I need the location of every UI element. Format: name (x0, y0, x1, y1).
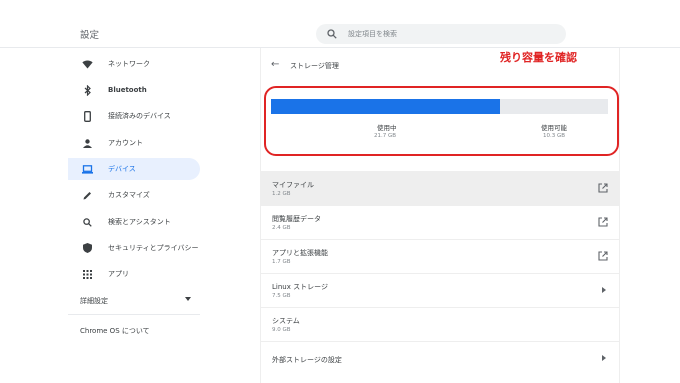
sidebar-item-label: ネットワーク (108, 60, 150, 68)
sidebar-advanced[interactable]: 詳細設定 (80, 296, 108, 306)
sidebar-item-account[interactable]: アカウント (68, 132, 200, 154)
right-gutter (620, 48, 680, 383)
sidebar-item-label: 接続済みのデバイス (108, 112, 171, 120)
apps-grid-icon (80, 269, 94, 279)
wifi-icon (80, 60, 94, 69)
row-title: アプリと拡張機能 (272, 249, 328, 257)
row-title: 閲覧履歴データ (272, 215, 321, 223)
sidebar-item-label: アプリ (108, 270, 129, 278)
page-title: ストレージ管理 (290, 62, 339, 70)
sidebar-item-network[interactable]: ネットワーク (68, 53, 200, 75)
row-linux-storage[interactable]: Linux ストレージ 7.5 GB (261, 273, 619, 307)
row-browsing-data[interactable]: 閲覧履歴データ 2.4 GB (261, 205, 619, 239)
chevron-right-icon[interactable] (602, 287, 606, 293)
row-size: 7.5 GB (272, 293, 291, 299)
row-apps-extensions[interactable]: アプリと拡張機能 1.7 GB (261, 239, 619, 273)
bluetooth-icon (80, 84, 94, 96)
sidebar-divider (68, 314, 200, 315)
settings-search[interactable]: 設定項目を検索 (316, 24, 566, 44)
sidebar-item-label: 検索とアシスタント (108, 218, 171, 226)
external-link-icon[interactable] (598, 183, 608, 193)
laptop-icon (80, 164, 94, 174)
external-link-icon[interactable] (598, 217, 608, 227)
phone-icon (80, 110, 94, 122)
sidebar-item-bluetooth[interactable]: Bluetooth (68, 79, 200, 101)
search-icon (327, 29, 337, 39)
row-title: マイファイル (272, 181, 314, 189)
row-title: 外部ストレージの設定 (272, 356, 342, 364)
sidebar-item-customize[interactable]: カスタマイズ (68, 184, 200, 206)
row-my-files[interactable]: マイファイル 1.2 GB (261, 171, 619, 205)
row-size: 9.0 GB (272, 327, 291, 333)
external-link-icon[interactable] (598, 251, 608, 261)
row-size: 1.7 GB (272, 259, 291, 265)
search-icon (80, 217, 94, 227)
person-icon (80, 138, 94, 148)
chevron-right-icon[interactable] (602, 355, 606, 361)
sidebar-item-apps[interactable]: アプリ (68, 263, 200, 285)
shield-icon (80, 243, 94, 253)
sidebar-item-label: Bluetooth (108, 86, 147, 94)
sidebar-item-label: デバイス (108, 165, 136, 173)
row-external-storage[interactable]: 外部ストレージの設定 (261, 341, 619, 375)
sidebar-item-device[interactable]: デバイス (68, 158, 200, 180)
row-size: 2.4 GB (272, 225, 291, 231)
annotation-text: 残り容量を確認 (500, 51, 577, 64)
row-system: システム 9.0 GB (261, 307, 619, 341)
sidebar-item-connected-devices[interactable]: 接続済みのデバイス (68, 105, 200, 127)
highlight-box (264, 86, 619, 156)
back-arrow-icon[interactable]: ← (271, 59, 279, 70)
top-header: 設定 設定項目を検索 (0, 0, 680, 48)
row-title: Linux ストレージ (272, 283, 328, 291)
pen-icon (80, 191, 94, 200)
row-title: システム (272, 317, 300, 325)
sidebar-about[interactable]: Chrome OS について (80, 326, 150, 336)
chevron-down-icon[interactable] (185, 297, 191, 301)
search-placeholder: 設定項目を検索 (348, 30, 397, 38)
sidebar-item-label: カスタマイズ (108, 191, 150, 199)
sidebar-item-search-assistant[interactable]: 検索とアシスタント (68, 211, 200, 233)
app-title: 設定 (80, 30, 100, 41)
sidebar-item-label: セキュリティとプライバシー (108, 244, 199, 252)
sidebar-item-label: アカウント (108, 139, 143, 147)
sidebar-item-security[interactable]: セキュリティとプライバシー (68, 237, 200, 259)
row-size: 1.2 GB (272, 191, 291, 197)
